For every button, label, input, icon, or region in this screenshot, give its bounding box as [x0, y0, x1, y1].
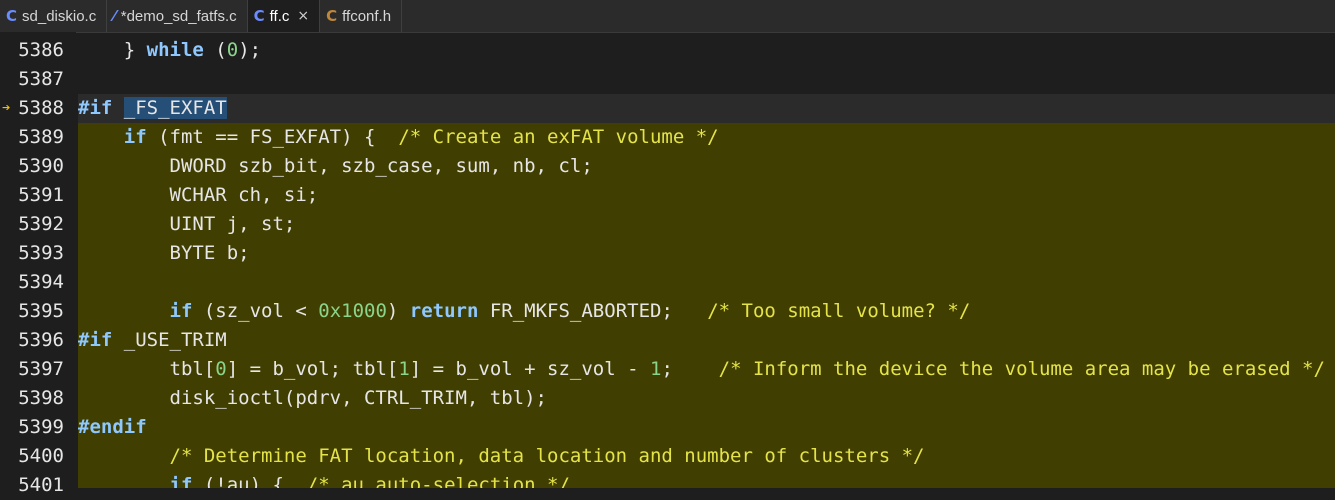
code-editor[interactable]: } while (0); #if _FS_EXFAT if (fmt == FS_…: [76, 32, 1335, 488]
line-number: 5398: [18, 387, 64, 409]
line-number: 5389: [18, 126, 64, 148]
line-number: 5388: [18, 97, 64, 119]
header-file-icon: C: [326, 7, 338, 25]
line-number: 5395: [18, 300, 64, 322]
line-number: 5396: [18, 329, 64, 351]
close-icon[interactable]: ×: [297, 8, 309, 24]
code-line[interactable]: disk_ioctl(pdrv, CTRL_TRIM, tbl);: [78, 384, 1335, 413]
line-number: 5399: [18, 416, 64, 438]
c-file-icon: C: [6, 7, 18, 25]
line-number: 5397: [18, 358, 64, 380]
c-file-icon: C: [253, 7, 265, 25]
code-line[interactable]: DWORD szb_bit, szb_case, sum, nb, cl;: [78, 152, 1335, 181]
tab-sd-diskio[interactable]: C sd_diskio.c: [0, 0, 108, 32]
code-line[interactable]: /* Determine FAT location, data location…: [78, 442, 1335, 471]
code-line[interactable]: if (!au) { /* au auto-selection */: [78, 471, 1335, 488]
tab-label: ffconf.h: [342, 7, 392, 25]
line-number: 5386: [18, 39, 64, 61]
code-line[interactable]: if (sz_vol < 0x1000) return FR_MKFS_ABOR…: [78, 297, 1335, 326]
tab-ff-c[interactable]: C ff.c ×: [247, 0, 321, 32]
code-line[interactable]: } while (0);: [78, 36, 1335, 65]
code-line[interactable]: #if _USE_TRIM: [78, 326, 1335, 355]
tab-ffconf-h[interactable]: C ffconf.h: [320, 0, 403, 32]
tab-label: ff.c: [269, 7, 290, 25]
line-number: 5391: [18, 184, 64, 206]
line-number: 5392: [18, 213, 64, 235]
code-line[interactable]: #endif: [78, 413, 1335, 442]
line-number: 5394: [18, 271, 64, 293]
modified-file-icon: ⁄: [113, 7, 116, 25]
line-number: 5393: [18, 242, 64, 264]
code-line[interactable]: UINT j, st;: [78, 210, 1335, 239]
code-line[interactable]: tbl[0] = b_vol; tbl[1] = b_vol + sz_vol …: [78, 355, 1335, 384]
line-number: 5400: [18, 445, 64, 467]
line-number: 5401: [18, 474, 64, 496]
code-line[interactable]: WCHAR ch, si;: [78, 181, 1335, 210]
tab-label: sd_diskio.c: [22, 7, 97, 25]
code-line[interactable]: BYTE b;: [78, 239, 1335, 268]
tab-demo-sd-fatfs[interactable]: ⁄ *demo_sd_fatfs.c: [107, 0, 248, 32]
line-number: 5390: [18, 155, 64, 177]
tab-bar: C sd_diskio.c ⁄ *demo_sd_fatfs.c C ff.c …: [0, 0, 1335, 33]
code-line[interactable]: #if _FS_EXFAT: [78, 94, 1335, 123]
code-line[interactable]: [78, 65, 1335, 94]
tab-label: *demo_sd_fatfs.c: [120, 7, 237, 25]
code-line[interactable]: [78, 268, 1335, 297]
code-line[interactable]: if (fmt == FS_EXFAT) { /* Create an exFA…: [78, 123, 1335, 152]
line-number-gutter: ➔ 5386 5387 5388 5389 5390 5391 5392 5393 5394 53…: [0, 32, 76, 496]
line-number: 5387: [18, 68, 64, 90]
